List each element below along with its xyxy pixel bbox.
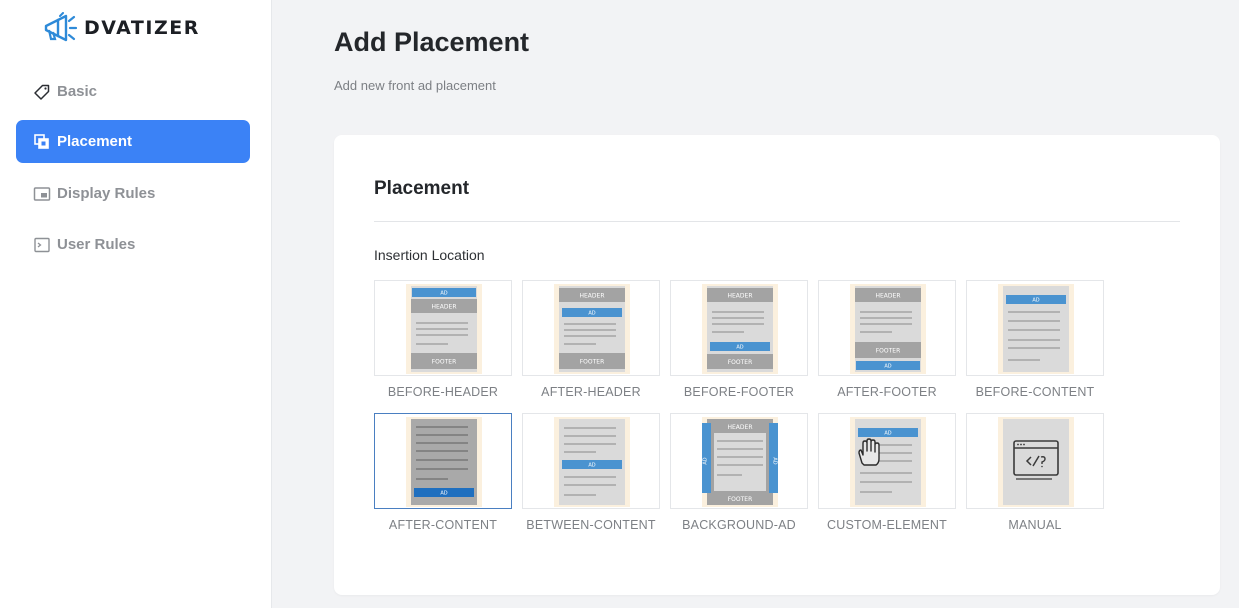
sidebar-item-display-rules[interactable]: Display Rules bbox=[16, 172, 250, 215]
after-header-layout-icon: HEADER AD FOOTER bbox=[554, 284, 630, 374]
svg-text:HEADER: HEADER bbox=[728, 424, 753, 431]
tag-icon bbox=[33, 83, 51, 101]
brand-name: DVATIZER bbox=[84, 17, 200, 39]
option-before-content[interactable]: AD BEFORE-CONTENT bbox=[966, 280, 1104, 405]
svg-text:AD: AD bbox=[772, 457, 778, 464]
option-before-footer[interactable]: HEADER AD FOOTER BEFORE-FOOTER bbox=[670, 280, 808, 405]
sidebar-item-label: Display Rules bbox=[57, 185, 156, 202]
after-content-layout-icon: AD bbox=[406, 417, 482, 507]
option-after-content[interactable]: AD AFTER-CONTENT bbox=[374, 413, 512, 538]
sidebar-item-basic[interactable]: Basic bbox=[16, 70, 250, 113]
sidebar-item-label: User Rules bbox=[57, 236, 136, 253]
option-thumbnail: HEADER AD FOOTER bbox=[522, 280, 660, 376]
sidebar: DVATIZER Basic Placement Display Rules U… bbox=[0, 0, 272, 608]
svg-text:HEADER: HEADER bbox=[432, 304, 457, 311]
svg-text:AD: AD bbox=[588, 463, 595, 469]
option-thumbnail: AD AD HEADER FOOTER bbox=[670, 413, 808, 509]
option-label: BACKGROUND-AD bbox=[682, 518, 796, 532]
after-footer-layout-icon: HEADER FOOTER AD bbox=[850, 284, 926, 374]
option-label: BEFORE-CONTENT bbox=[975, 385, 1095, 399]
insertion-location-label: Insertion Location bbox=[374, 247, 485, 263]
sidebar-item-placement[interactable]: Placement bbox=[16, 120, 250, 163]
insertion-location-options: AD HEADER FOOTER BEFORE-HEADER HEADER AD… bbox=[374, 280, 1114, 545]
svg-text:AD: AD bbox=[588, 311, 595, 317]
option-thumbnail: HEADER AD FOOTER bbox=[670, 280, 808, 376]
option-custom-element[interactable]: AD CUSTOM-ELEMENT bbox=[818, 413, 956, 538]
svg-text:HEADER: HEADER bbox=[728, 293, 753, 300]
sidebar-item-user-rules[interactable]: User Rules bbox=[16, 223, 250, 266]
option-label: AFTER-FOOTER bbox=[837, 385, 937, 399]
option-thumbnail: HEADER FOOTER AD bbox=[818, 280, 956, 376]
option-label: AFTER-CONTENT bbox=[388, 518, 498, 532]
option-label: BEFORE-FOOTER bbox=[683, 385, 795, 399]
option-thumbnail bbox=[966, 413, 1104, 509]
background-ad-layout-icon: AD AD HEADER FOOTER bbox=[702, 417, 778, 507]
svg-text:AD: AD bbox=[736, 345, 743, 351]
option-thumbnail: AD HEADER FOOTER bbox=[374, 280, 512, 376]
custom-element-layout-icon: AD bbox=[850, 417, 926, 507]
svg-text:AD: AD bbox=[884, 431, 891, 437]
card-title: Placement bbox=[374, 178, 470, 199]
svg-text:AD: AD bbox=[440, 291, 447, 297]
option-label: AFTER-HEADER bbox=[541, 385, 641, 399]
before-header-layout-icon: AD HEADER FOOTER bbox=[406, 284, 482, 374]
option-manual[interactable]: MANUAL bbox=[966, 413, 1104, 538]
option-thumbnail: AD bbox=[818, 413, 956, 509]
between-content-layout-icon: AD bbox=[554, 417, 630, 507]
terminal-icon bbox=[33, 236, 51, 254]
option-thumbnail: AD bbox=[374, 413, 512, 509]
option-label: BEFORE-HEADER bbox=[387, 385, 499, 399]
option-background-ad[interactable]: AD AD HEADER FOOTER BACKGROUND-AD bbox=[670, 413, 808, 538]
svg-text:FOOTER: FOOTER bbox=[728, 496, 753, 503]
divider bbox=[374, 221, 1180, 222]
svg-text:AD: AD bbox=[884, 364, 891, 370]
option-between-content[interactable]: AD BETWEEN-CONTENT bbox=[522, 413, 660, 538]
svg-text:FOOTER: FOOTER bbox=[432, 359, 457, 366]
option-before-header[interactable]: AD HEADER FOOTER BEFORE-HEADER bbox=[374, 280, 512, 405]
svg-text:FOOTER: FOOTER bbox=[876, 348, 901, 355]
page-subtitle: Add new front ad placement bbox=[334, 78, 496, 93]
sidebar-item-label: Placement bbox=[57, 133, 133, 150]
svg-text:AD: AD bbox=[703, 457, 709, 464]
sidebar-item-label: Basic bbox=[57, 83, 98, 100]
svg-text:FOOTER: FOOTER bbox=[728, 359, 753, 366]
svg-text:AD: AD bbox=[1032, 298, 1039, 304]
option-thumbnail: AD bbox=[966, 280, 1104, 376]
svg-text:AD: AD bbox=[440, 491, 447, 497]
before-content-layout-icon: AD bbox=[998, 284, 1074, 374]
option-after-header[interactable]: HEADER AD FOOTER AFTER-HEADER bbox=[522, 280, 660, 405]
page-title: Add Placement bbox=[334, 27, 530, 57]
option-label: CUSTOM-ELEMENT bbox=[827, 518, 947, 532]
svg-text:HEADER: HEADER bbox=[876, 293, 901, 300]
placement-card: Placement Insertion Location AD HEADER F… bbox=[334, 135, 1220, 595]
svg-text:FOOTER: FOOTER bbox=[580, 359, 605, 366]
megaphone-logo-icon bbox=[44, 12, 78, 42]
manual-code-layout-icon bbox=[998, 417, 1074, 507]
option-label: MANUAL bbox=[1008, 518, 1062, 532]
option-label: BETWEEN-CONTENT bbox=[526, 518, 656, 532]
copy-icon bbox=[33, 133, 51, 151]
brand-logo[interactable]: DVATIZER bbox=[40, 12, 200, 44]
picture-in-picture-icon bbox=[33, 185, 51, 203]
option-thumbnail: AD bbox=[522, 413, 660, 509]
before-footer-layout-icon: HEADER AD FOOTER bbox=[702, 284, 778, 374]
svg-text:HEADER: HEADER bbox=[580, 293, 605, 300]
option-after-footer[interactable]: HEADER FOOTER AD AFTER-FOOTER bbox=[818, 280, 956, 405]
